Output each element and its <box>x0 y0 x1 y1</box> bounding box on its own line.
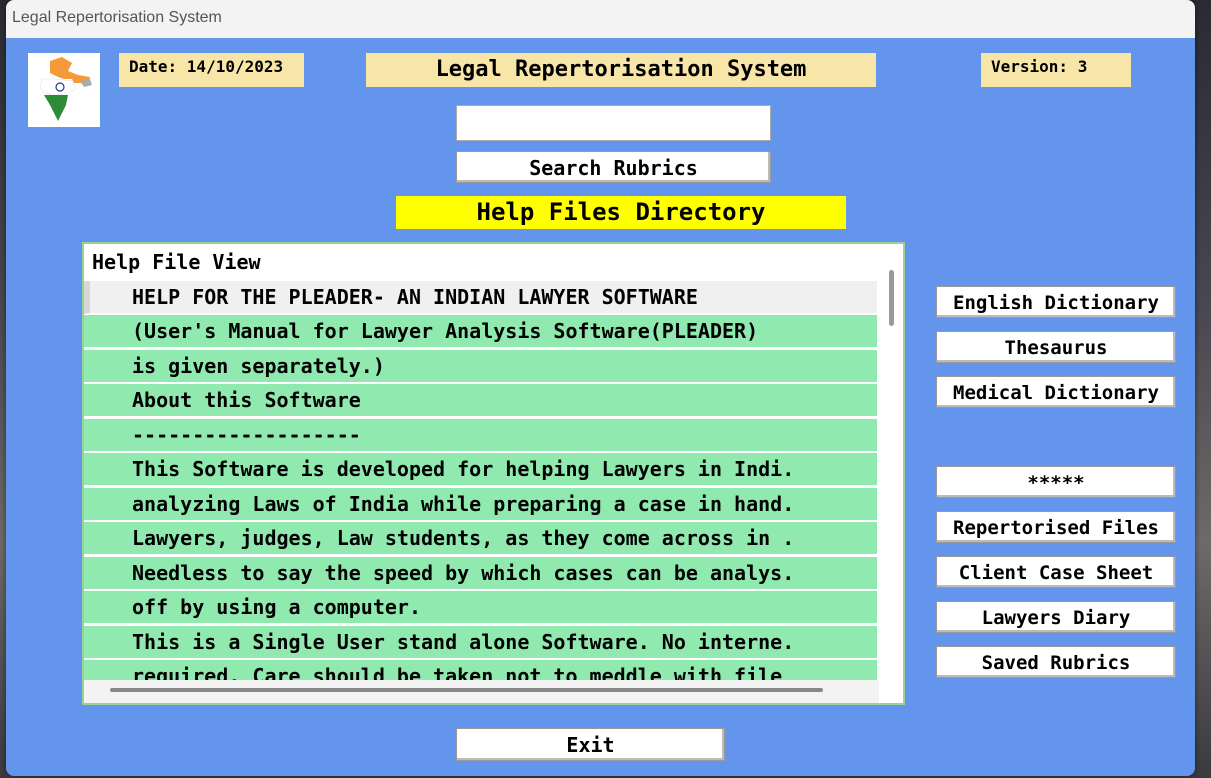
medical-dictionary-button[interactable]: Medical Dictionary <box>936 376 1176 408</box>
help-file-list[interactable]: Help File View HELP FOR THE PLEADER- AN … <box>82 242 905 705</box>
list-item[interactable]: This Software is developed for helping L… <box>84 453 877 486</box>
list-item[interactable]: analyzing Laws of India while preparing … <box>84 488 877 521</box>
date-text: Date: 14/10/2023 <box>129 57 284 76</box>
saved-rubrics-button[interactable]: Saved Rubrics <box>936 646 1176 678</box>
title-bar: Legal Repertorisation System <box>6 0 1195 38</box>
list-item[interactable]: This is a Single User stand alone Softwa… <box>84 626 877 659</box>
main-window: Legal Repertorisation System Date: 14/10… <box>6 0 1195 776</box>
list-item[interactable]: Lawyers, judges, Law students, as they c… <box>84 522 877 555</box>
date-label: Date: 14/10/2023 <box>119 53 304 87</box>
stars-button[interactable]: ***** <box>936 466 1176 498</box>
list-item[interactable]: required. Care should be taken not to me… <box>84 660 877 682</box>
list-item[interactable]: is given separately.) <box>84 350 877 383</box>
exit-button[interactable]: Exit <box>456 728 725 761</box>
list-item[interactable]: About this Software <box>84 384 877 417</box>
app-title: Legal Repertorisation System <box>366 53 876 87</box>
list-item[interactable]: ------------------- <box>84 419 877 452</box>
help-files-directory-label: Help Files Directory <box>396 196 846 229</box>
list-item[interactable]: off by using a computer. <box>84 591 877 624</box>
horizontal-scrollbar-thumb[interactable] <box>110 688 823 692</box>
client-case-sheet-button[interactable]: Client Case Sheet <box>936 556 1176 588</box>
version-text: Version: 3 <box>991 57 1088 76</box>
india-map-flag-icon <box>28 53 100 127</box>
list-header: Help File View <box>92 250 261 274</box>
search-input[interactable] <box>456 105 771 141</box>
english-dictionary-button[interactable]: English Dictionary <box>936 286 1176 318</box>
search-rubrics-button[interactable]: Search Rubrics <box>456 151 771 183</box>
repertorised-files-button[interactable]: Repertorised Files <box>936 511 1176 543</box>
list-item[interactable]: HELP FOR THE PLEADER- AN INDIAN LAWYER S… <box>84 281 877 314</box>
vertical-scrollbar-thumb[interactable] <box>889 270 894 326</box>
lawyers-diary-button[interactable]: Lawyers Diary <box>936 601 1176 633</box>
horizontal-scrollbar-track[interactable] <box>84 680 879 703</box>
window-title: Legal Repertorisation System <box>12 9 222 26</box>
thesaurus-button[interactable]: Thesaurus <box>936 331 1176 363</box>
version-label: Version: 3 <box>981 53 1131 87</box>
list-item[interactable]: Needless to say the speed by which cases… <box>84 557 877 590</box>
list-item[interactable]: (User's Manual for Lawyer Analysis Softw… <box>84 315 877 348</box>
